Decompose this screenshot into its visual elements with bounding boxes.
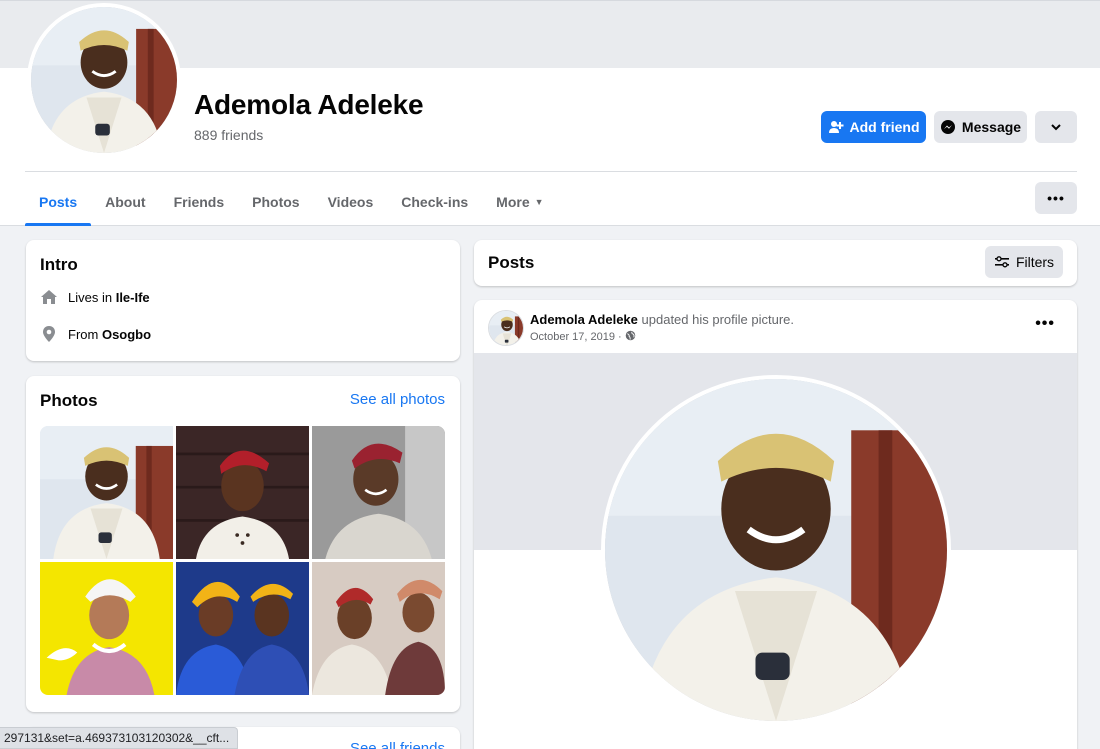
intro-card: Intro Lives in Ile-Ife From Osogbo (26, 240, 460, 361)
post-card: Ademola Adeleke updated his profile pict… (474, 300, 1077, 749)
post-author-avatar[interactable] (488, 310, 524, 346)
header-divider (25, 171, 1077, 172)
messenger-icon (940, 119, 956, 135)
post-options-icon[interactable]: ••• (1035, 315, 1055, 333)
add-friend-label: Add friend (849, 119, 920, 135)
post-action-text: updated his profile picture. (637, 312, 795, 327)
tab-videos[interactable]: Videos (314, 178, 388, 225)
photo-thumbnail[interactable] (40, 562, 173, 695)
tab-about[interactable]: About (91, 178, 159, 225)
add-person-icon (828, 119, 844, 135)
intro-lives-in: Lives in Ile-Ife (40, 288, 150, 306)
posts-title: Posts (488, 253, 535, 272)
add-friend-button[interactable]: Add friend (821, 111, 926, 143)
profile-tabs: Posts About Friends Photos Videos Check-… (25, 178, 558, 226)
location-pin-icon (40, 325, 58, 343)
lives-city-link[interactable]: Ile-Ife (116, 290, 150, 305)
filters-label: Filters (1015, 254, 1055, 270)
more-dots-icon: ••• (1047, 190, 1065, 206)
photo-thumbnail[interactable] (312, 562, 445, 695)
globe-icon (625, 330, 636, 344)
from-city-link[interactable]: Osogbo (102, 327, 151, 342)
see-all-friends-link[interactable]: See all friends (350, 740, 445, 749)
filters-icon (994, 255, 1010, 269)
friends-count[interactable]: 889 friends (194, 127, 263, 143)
tab-check-ins[interactable]: Check-ins (387, 178, 482, 225)
tab-friends[interactable]: Friends (160, 178, 239, 225)
profile-avatar[interactable] (27, 3, 181, 157)
home-icon (40, 288, 58, 306)
post-header-text: Ademola Adeleke updated his profile pict… (530, 312, 794, 327)
profile-options-button[interactable] (1035, 111, 1077, 143)
tab-posts[interactable]: Posts (25, 178, 92, 226)
message-button[interactable]: Message (934, 111, 1027, 143)
photo-thumbnail[interactable] (40, 426, 173, 559)
see-all-photos-link[interactable]: See all photos (350, 391, 445, 408)
photo-thumbnail[interactable] (176, 562, 309, 695)
tabs-more-button[interactable]: ••• (1035, 182, 1077, 214)
tab-photos[interactable]: Photos (238, 178, 313, 225)
posts-header-card: Posts Filters (474, 240, 1077, 286)
post-profile-picture[interactable] (601, 375, 951, 725)
chevron-down-icon (1050, 121, 1062, 133)
photos-card: Photos See all photos (26, 376, 460, 712)
filters-button[interactable]: Filters (985, 246, 1063, 278)
message-label: Message (961, 119, 1022, 135)
tab-more[interactable]: More ▼ (482, 178, 557, 225)
intro-title: Intro (40, 255, 78, 274)
intro-from: From Osogbo (40, 325, 151, 343)
post-timestamp[interactable]: October 17, 2019 · (530, 330, 636, 344)
status-url-tooltip: 297131&set=a.469373103120302&__cft... (0, 727, 239, 749)
post-author-link[interactable]: Ademola Adeleke (530, 312, 638, 327)
profile-name: Ademola Adeleke (194, 89, 424, 120)
caret-down-icon: ▼ (534, 196, 544, 207)
photos-title: Photos (40, 391, 98, 410)
photo-thumbnail[interactable] (176, 426, 309, 559)
photo-thumbnail[interactable] (312, 426, 445, 559)
